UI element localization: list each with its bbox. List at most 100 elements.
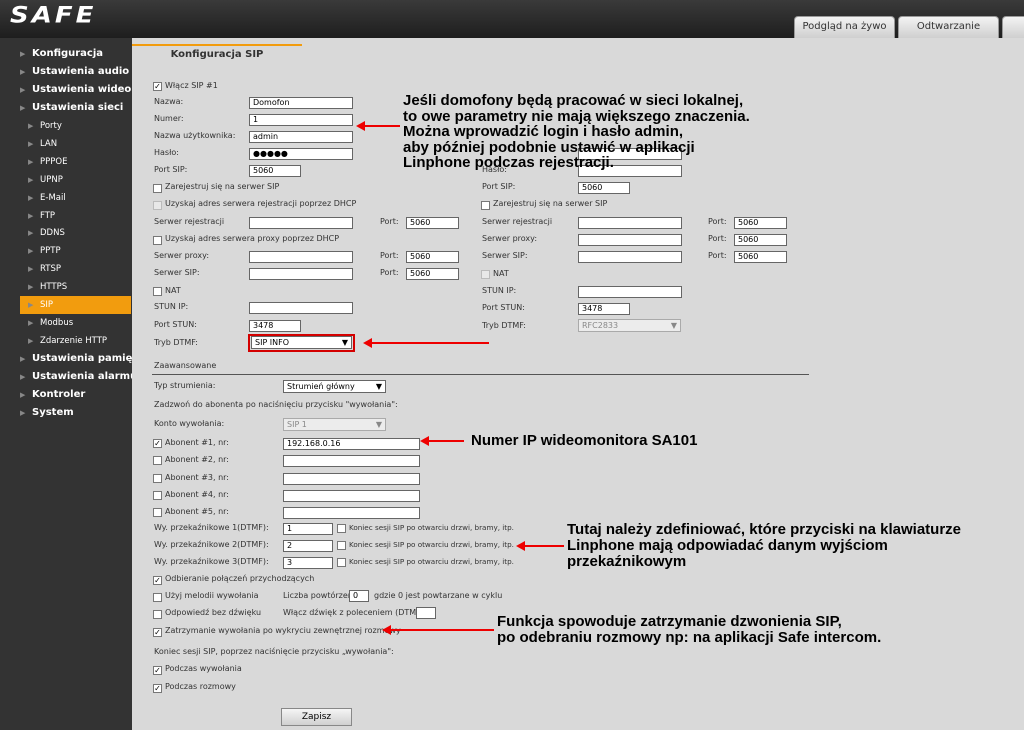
annotation-monitor-ip: Numer IP wideomonitora SA101	[471, 432, 698, 449]
nat-checkbox[interactable]	[153, 287, 162, 296]
sidebar-item-e-mail[interactable]: ▶ E-Mail	[28, 189, 131, 207]
subscriber-number-input[interactable]	[283, 489, 420, 502]
sip2-stun-ip-input[interactable]	[578, 286, 682, 298]
sidebar-item-lan[interactable]: ▶ LAN	[28, 135, 131, 153]
silent-answer-checkbox[interactable]	[153, 610, 162, 619]
subscriber-checkbox[interactable]: ✓	[153, 439, 162, 448]
sip2-sip-server-input[interactable]	[578, 251, 682, 263]
sidebar-item-pptp[interactable]: ▶ PPTP	[28, 242, 131, 260]
relay-dtmf-input[interactable]: 2	[283, 540, 333, 553]
sidebar-item-konfiguracja[interactable]: ▶ Konfiguracja	[20, 45, 131, 63]
subscriber-number-input[interactable]	[283, 455, 420, 468]
repeat-count-input[interactable]: 0	[349, 590, 369, 602]
relay-dtmf-input[interactable]: 1	[283, 523, 333, 535]
sip2-proxy-port-input[interactable]: 5060	[734, 234, 787, 246]
stun-port-input[interactable]: 3478	[249, 320, 301, 332]
subscriber-checkbox[interactable]	[153, 473, 162, 483]
sip2-nat-checkbox[interactable]	[481, 270, 490, 279]
annotation-line: Można wprowadzić login i hasło admin,	[403, 123, 684, 140]
tab-live-view[interactable]: Podgląd na żywo	[794, 16, 895, 38]
sidebar-item-sip[interactable]: ▶ SIP	[20, 296, 131, 314]
chevron-right-icon: ▶	[20, 68, 26, 76]
sip-server-input[interactable]	[249, 268, 353, 280]
dhcp-proxy-checkbox[interactable]	[153, 236, 162, 245]
subscriber-checkbox[interactable]	[153, 490, 162, 500]
relay-end-session-checkbox[interactable]	[337, 541, 346, 551]
sidebar-item-upnp[interactable]: ▶ UPNP	[28, 171, 131, 189]
chevron-right-icon: ▶	[28, 211, 34, 220]
relay-end-session-checkbox[interactable]	[337, 558, 346, 568]
name-input[interactable]: Domofon	[249, 97, 353, 109]
proxy-label: Serwer proxy:	[154, 251, 210, 260]
reg-port-input[interactable]: 5060	[406, 217, 459, 229]
save-button[interactable]: Zapisz	[281, 708, 352, 726]
during-call-checkbox[interactable]: ✓	[153, 666, 162, 675]
subscriber-number-input[interactable]	[283, 472, 420, 485]
sidebar-item-ddns[interactable]: ▶ DDNS	[28, 224, 131, 242]
register-sip1-checkbox[interactable]	[153, 184, 162, 193]
subscriber-number-input[interactable]: 192.168.0.16	[283, 438, 420, 450]
chevron-right-icon: ▶	[20, 86, 26, 94]
tab-more[interactable]	[1002, 16, 1024, 38]
sidebar-item-rtsp[interactable]: ▶ RTSP	[28, 260, 131, 278]
sidebar-item-zdarzenie-http[interactable]: ▶ Zdarzenie HTTP	[28, 332, 131, 350]
subscriber-checkbox[interactable]	[153, 508, 162, 518]
dtmf-sound-label: Włącz dźwięk z poleceniem (DTMF)	[283, 608, 424, 617]
proxy-port-input[interactable]: 5060	[406, 251, 459, 263]
incoming-calls-label: Odbieranie połączeń przychodzących	[165, 574, 315, 583]
sip2-stun-port-input[interactable]: 3478	[578, 303, 630, 315]
subscriber-number-input[interactable]	[283, 507, 420, 520]
stream-type-select[interactable]: Strumień główny ▼	[283, 380, 386, 393]
stop-call-checkbox[interactable]: ✓	[153, 628, 162, 637]
subscriber-checkbox[interactable]	[153, 456, 162, 466]
page-tab-sip-config[interactable]: Konfiguracja SIP	[132, 44, 302, 66]
proxy-input[interactable]	[249, 251, 353, 263]
username-input[interactable]: admin	[249, 131, 353, 143]
incoming-calls-checkbox[interactable]: ✓	[153, 576, 162, 585]
call-account-select[interactable]: SIP 1 ▼	[283, 418, 386, 431]
annotation-line: przekaźnikowym	[567, 553, 687, 570]
sip2-proxy-input[interactable]	[578, 234, 682, 246]
relay-dtmf-input[interactable]: 3	[283, 557, 333, 570]
stop-call-label: Zatrzymanie wywołania po wykryciu zewnęt…	[165, 626, 401, 635]
sip2-dtmf-select[interactable]: RFC2833 ▼	[578, 319, 681, 332]
sip-port-input[interactable]: 5060	[249, 165, 301, 177]
dtmf-sound-input[interactable]	[416, 607, 436, 619]
sidebar-item-ustawienia-sieci[interactable]: ▶ Ustawienia sieci	[20, 99, 131, 117]
reg-server-input[interactable]	[249, 217, 353, 229]
repeat-count-hint: gdzie 0 jest powtarzane w cyklu	[374, 591, 503, 600]
sidebar-item-ustawienia-wideo[interactable]: ▶ Ustawienia wideo	[20, 81, 131, 99]
stun-ip-input[interactable]	[249, 302, 353, 314]
during-talk-checkbox[interactable]: ✓	[153, 684, 162, 693]
ring-melody-checkbox[interactable]	[153, 593, 162, 602]
sidebar-item-modbus[interactable]: ▶ Modbus	[28, 314, 131, 332]
sip2-sip-server-port-input[interactable]: 5060	[734, 251, 787, 263]
password-input[interactable]: ●●●●●	[249, 148, 353, 160]
sidebar-item-ustawienia-pami-ci[interactable]: ▶ Ustawienia pamięci	[20, 350, 142, 368]
sidebar-item-ustawienia-alarmu[interactable]: ▶ Ustawienia alarmu	[20, 368, 137, 386]
sip-port-label: Port SIP:	[154, 165, 188, 174]
sip2-reg-server-input[interactable]	[578, 217, 682, 229]
sidebar-item-ftp[interactable]: ▶ FTP	[28, 207, 131, 225]
chevron-down-icon: ▼	[670, 321, 677, 330]
dhcp-reg-checkbox[interactable]	[153, 201, 162, 210]
sidebar-item-porty[interactable]: ▶ Porty	[28, 117, 131, 135]
sip-server-port-input[interactable]: 5060	[406, 268, 459, 280]
tab-playback[interactable]: Odtwarzanie	[898, 16, 999, 38]
sidebar-item-ustawienia-audio[interactable]: ▶ Ustawienia audio	[20, 63, 131, 81]
sip2-port-input[interactable]: 5060	[578, 182, 630, 194]
enable-sip1-checkbox[interactable]: ✓	[153, 82, 162, 91]
relay-end-session-checkbox[interactable]	[337, 524, 346, 533]
sidebar-item-system[interactable]: ▶ System	[20, 404, 131, 422]
sidebar-item-kontroler[interactable]: ▶ Kontroler	[20, 386, 131, 404]
sidebar-item-label: Ustawienia alarmu	[32, 370, 138, 382]
sidebar-item-https[interactable]: ▶ HTTPS	[28, 278, 131, 296]
sidebar-item-pppoe[interactable]: ▶ PPPOE	[28, 153, 131, 171]
number-input[interactable]: 1	[249, 114, 353, 126]
sip2-register-checkbox[interactable]	[481, 201, 490, 210]
sidebar-item-label: PPTP	[40, 246, 61, 257]
dtmf-mode-select[interactable]: SIP INFO ▼	[251, 336, 352, 349]
chevron-right-icon: ▶	[28, 122, 34, 130]
sip2-reg-port-input[interactable]: 5060	[734, 217, 787, 229]
sip2-reg-port-label: Port:	[708, 217, 727, 226]
